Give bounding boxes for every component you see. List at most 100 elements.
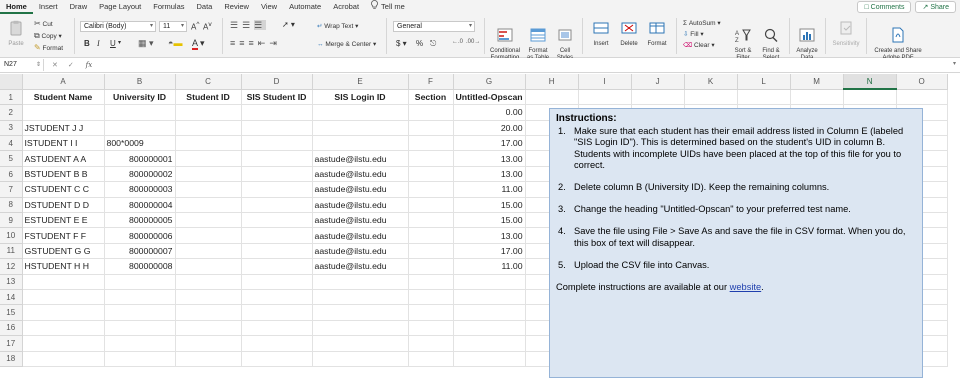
- cell-a1[interactable]: Student Name: [22, 89, 105, 106]
- cell-d11[interactable]: [241, 243, 313, 260]
- autosum-button[interactable]: Σ AutoSum ▾: [683, 18, 721, 29]
- cell-g14[interactable]: [453, 289, 526, 306]
- row-header[interactable]: 12: [0, 258, 23, 275]
- cell-g16[interactable]: [453, 320, 526, 337]
- cell-c1[interactable]: Student ID: [175, 89, 242, 106]
- row-header[interactable]: 6: [0, 166, 23, 183]
- cell-g10[interactable]: 13.00: [453, 227, 526, 244]
- cell-g2[interactable]: 0.00: [453, 104, 526, 121]
- tab-data[interactable]: Data: [191, 0, 219, 14]
- cell-g13[interactable]: [453, 274, 526, 290]
- cell-e12[interactable]: aastude@ilstu.edu: [312, 258, 409, 275]
- decrease-decimal-button[interactable]: .00→: [466, 39, 480, 45]
- cell-b11[interactable]: 800000007: [104, 243, 176, 260]
- cell-b16[interactable]: [104, 320, 176, 337]
- cell-e14[interactable]: [312, 289, 409, 306]
- instructions-text-box[interactable]: Instructions: 1. Make sure that each stud…: [549, 108, 923, 378]
- cell-o1[interactable]: [896, 89, 948, 106]
- cell-c4[interactable]: [175, 135, 242, 152]
- cell-g18[interactable]: [453, 351, 526, 367]
- cell-d12[interactable]: [241, 258, 313, 275]
- cell-d15[interactable]: [241, 304, 313, 321]
- cell-g1[interactable]: Untitled-Opscan: [453, 89, 526, 106]
- cell-m1[interactable]: [790, 89, 844, 106]
- cell-d14[interactable]: [241, 289, 313, 306]
- cell-g11[interactable]: 17.00: [453, 243, 526, 260]
- underline-button[interactable]: U: [110, 39, 116, 48]
- row-header[interactable]: 8: [0, 197, 23, 214]
- cell-b9[interactable]: 800000005: [104, 212, 176, 229]
- cell-b10[interactable]: 800000006: [104, 227, 176, 244]
- cell-a8[interactable]: DSTUDENT D D: [22, 197, 105, 214]
- increase-decimal-button[interactable]: ←.0: [452, 39, 463, 45]
- merge-center-button[interactable]: ↔ Merge & Center ▾: [317, 40, 376, 48]
- column-header-g[interactable]: G: [453, 74, 526, 90]
- cell-c16[interactable]: [175, 320, 242, 337]
- cell-g15[interactable]: [453, 304, 526, 321]
- orientation-button[interactable]: ➚ ▾: [282, 20, 295, 29]
- cell-c5[interactable]: [175, 150, 242, 167]
- column-header-k[interactable]: K: [684, 74, 738, 90]
- column-header-e[interactable]: E: [312, 74, 409, 90]
- cell-c15[interactable]: [175, 304, 242, 321]
- cell-e10[interactable]: aastude@ilstu.edu: [312, 227, 409, 244]
- row-header[interactable]: 9: [0, 212, 23, 229]
- cell-f2[interactable]: [408, 104, 454, 121]
- cell-a11[interactable]: GSTUDENT G G: [22, 243, 105, 260]
- cell-a9[interactable]: ESTUDENT E E: [22, 212, 105, 229]
- cell-c8[interactable]: [175, 197, 242, 214]
- cell-g12[interactable]: 11.00: [453, 258, 526, 275]
- cell-k1[interactable]: [684, 89, 738, 106]
- cell-f18[interactable]: [408, 351, 454, 367]
- chevron-down-icon[interactable]: ▾: [118, 39, 121, 46]
- chevron-down-icon[interactable]: ▾: [953, 60, 956, 67]
- borders-button[interactable]: ▦ ▾: [138, 38, 154, 49]
- bold-button[interactable]: B: [84, 39, 90, 48]
- tab-insert[interactable]: Insert: [33, 0, 64, 14]
- row-header[interactable]: 7: [0, 181, 23, 198]
- cell-d1[interactable]: SIS Student ID: [241, 89, 313, 106]
- cell-g17[interactable]: [453, 335, 526, 352]
- cell-a18[interactable]: [22, 351, 105, 367]
- column-header-i[interactable]: I: [578, 74, 632, 90]
- cell-e15[interactable]: [312, 304, 409, 321]
- cell-c10[interactable]: [175, 227, 242, 244]
- cell-f15[interactable]: [408, 304, 454, 321]
- cell-b13[interactable]: [104, 274, 176, 290]
- cell-c9[interactable]: [175, 212, 242, 229]
- row-header[interactable]: 18: [0, 351, 23, 367]
- fill-color-button[interactable]: ◓▬: [168, 38, 182, 48]
- cell-b5[interactable]: 800000001: [104, 150, 176, 167]
- cell-e8[interactable]: aastude@ilstu.edu: [312, 197, 409, 214]
- cell-b4[interactable]: 800*0009: [104, 135, 176, 152]
- vertical-align-group[interactable]: ☰☰☰: [230, 20, 267, 31]
- cell-a6[interactable]: BSTUDENT B B: [22, 166, 105, 183]
- cell-f9[interactable]: [408, 212, 454, 229]
- cell-e16[interactable]: [312, 320, 409, 337]
- paste-button[interactable]: Paste: [4, 20, 28, 48]
- cell-b18[interactable]: [104, 351, 176, 367]
- fill-button[interactable]: ⇩ Fill ▾: [683, 29, 721, 40]
- column-header-m[interactable]: M: [790, 74, 844, 90]
- cell-d13[interactable]: [241, 274, 313, 290]
- column-header-j[interactable]: J: [631, 74, 685, 90]
- row-header[interactable]: 10: [0, 227, 23, 244]
- cell-g6[interactable]: 13.00: [453, 166, 526, 183]
- cell-j1[interactable]: [631, 89, 685, 106]
- cell-b15[interactable]: [104, 304, 176, 321]
- cell-a7[interactable]: CSTUDENT C C: [22, 181, 105, 198]
- tell-me-box[interactable]: Tell me: [365, 0, 411, 14]
- comma-style-button[interactable]: ⎋: [430, 39, 436, 49]
- tab-view[interactable]: View: [255, 0, 283, 14]
- tab-page-layout[interactable]: Page Layout: [93, 0, 147, 14]
- cell-e18[interactable]: [312, 351, 409, 367]
- column-header-l[interactable]: L: [737, 74, 791, 90]
- row-header[interactable]: 13: [0, 274, 23, 290]
- cell-b3[interactable]: [104, 120, 176, 137]
- tab-draw[interactable]: Draw: [64, 0, 94, 14]
- cell-a14[interactable]: [22, 289, 105, 306]
- column-header-n[interactable]: N: [843, 74, 897, 91]
- sensitivity-button[interactable]: Sensitivity: [828, 20, 864, 48]
- cut-button[interactable]: ✂ Cut: [34, 18, 63, 30]
- decrease-font-button[interactable]: Av: [203, 21, 212, 32]
